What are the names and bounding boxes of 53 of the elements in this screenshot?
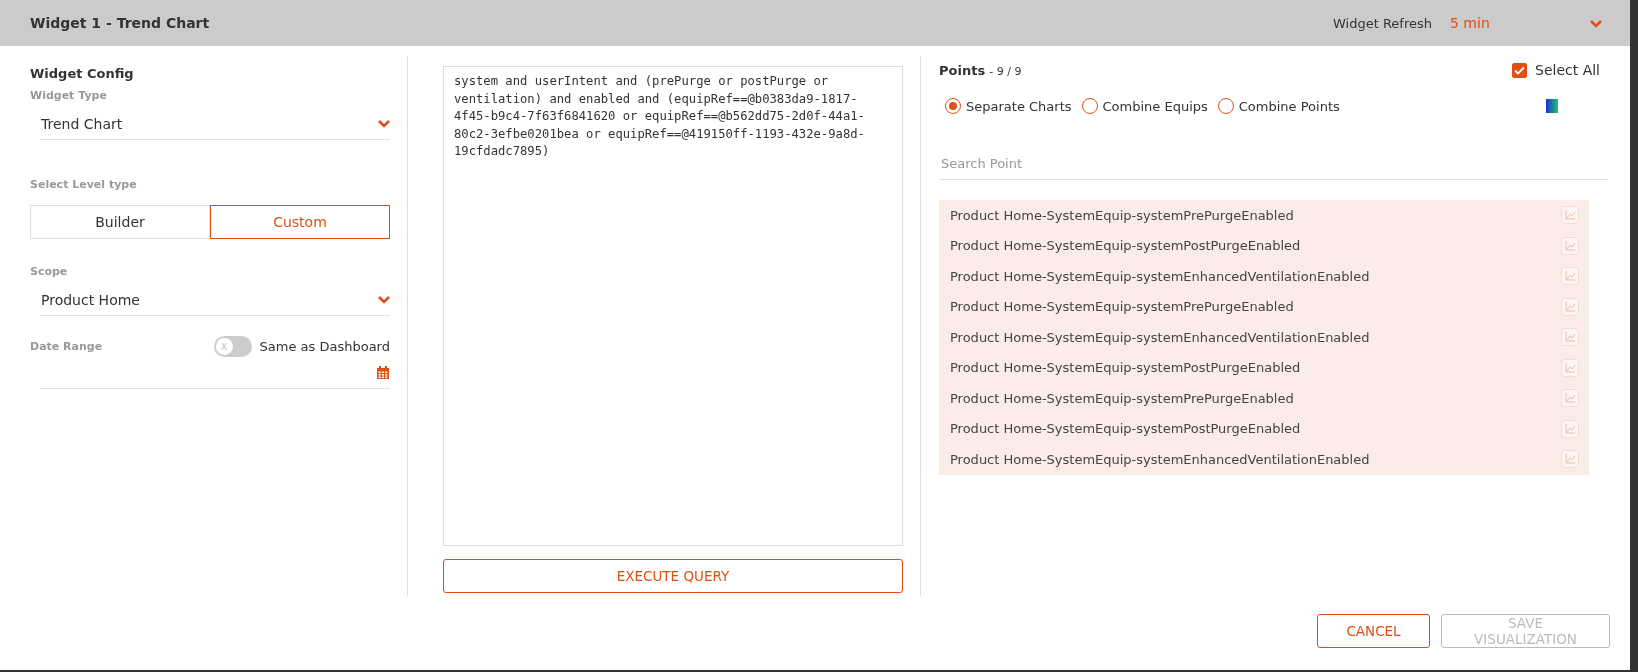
line-chart-icon[interactable] — [1561, 236, 1579, 255]
widget-type-select[interactable]: Trend Chart — [40, 108, 390, 140]
line-chart-icon[interactable] — [1561, 206, 1579, 225]
line-chart-icon[interactable] — [1561, 267, 1579, 286]
point-label: Product Home-SystemEquip-systemPostPurgeEnabled — [950, 421, 1301, 437]
chart-mode-radio[interactable]: Separate Charts — [945, 98, 1072, 114]
execute-query-button[interactable]: EXECUTE QUERY — [443, 559, 903, 593]
cancel-button[interactable]: CANCEL — [1317, 614, 1430, 648]
select-all-checkbox[interactable] — [1512, 62, 1527, 78]
point-row[interactable]: Product Home-SystemEquip-systemEnhancedVentilationEnabled — [939, 444, 1589, 475]
field-label: Select Level type — [30, 178, 138, 191]
section-title: Widget Config — [30, 66, 135, 81]
scope-select[interactable]: Product Home — [40, 284, 390, 316]
point-label: Product Home-SystemEquip-systemEnhancedVentilationEnabled — [950, 329, 1370, 345]
point-row[interactable]: Product Home-SystemEquip-systemPostPurgeEnabled — [939, 413, 1589, 444]
points-title: Points - 9 / 9 — [939, 62, 1022, 78]
chart-mode-radio[interactable]: Combine Equips — [1081, 98, 1208, 114]
select-all-label: Select All — [1535, 62, 1600, 78]
toggle-label: Same as Dashboard — [259, 339, 390, 354]
line-chart-icon[interactable] — [1561, 389, 1579, 408]
point-label: Product Home-SystemEquip-systemPrePurgeEnabled — [950, 207, 1294, 223]
point-row[interactable]: Product Home-SystemEquip-systemPostPurgeEnabled — [939, 230, 1589, 261]
field-label: Date Range — [30, 340, 103, 353]
point-row[interactable]: Product Home-SystemEquip-systemEnhancedVentilationEnabled — [939, 322, 1589, 353]
point-label: Product Home-SystemEquip-systemPostPurgeEnabled — [950, 238, 1301, 254]
point-row[interactable]: Product Home-SystemEquip-systemPrePurgeEnabled — [939, 291, 1589, 322]
point-row[interactable]: Product Home-SystemEquip-systemPrePurgeEnabled — [939, 200, 1589, 231]
chevron-down-icon[interactable] — [378, 119, 390, 128]
chart-mode-radio[interactable]: Combine Points — [1217, 98, 1340, 114]
point-label: Product Home-SystemEquip-systemEnhancedVentilationEnabled — [950, 268, 1370, 284]
line-chart-icon[interactable] — [1561, 419, 1579, 438]
point-row[interactable]: Product Home-SystemEquip-systemPrePurgeEnabled — [939, 383, 1589, 414]
calendar-icon[interactable] — [376, 365, 390, 380]
line-chart-icon[interactable] — [1561, 358, 1579, 377]
field-label: Scope — [30, 265, 69, 278]
field-label: Widget Type — [30, 89, 108, 102]
level-type-button[interactable]: Builder — [30, 205, 210, 239]
point-label: Product Home-SystemEquip-systemPrePurgeEnabled — [950, 390, 1294, 406]
point-row[interactable]: Product Home-SystemEquip-systemEnhancedVentilationEnabled — [939, 261, 1589, 292]
point-label: Product Home-SystemEquip-systemPostPurgeEnabled — [950, 360, 1301, 376]
point-row[interactable]: Product Home-SystemEquip-systemPostPurgeEnabled — [939, 352, 1589, 383]
window-title: Widget 1 - Trend Chart — [30, 15, 211, 31]
chevron-down-icon[interactable] — [1590, 18, 1602, 28]
line-chart-icon[interactable] — [1561, 450, 1579, 469]
point-label: Product Home-SystemEquip-systemEnhancedVentilationEnabled — [950, 451, 1370, 467]
point-label: Product Home-SystemEquip-systemPrePurgeEnabled — [950, 299, 1294, 315]
refresh-label: Widget Refresh — [1333, 15, 1432, 31]
level-type-button[interactable]: Custom — [210, 205, 390, 239]
query-field[interactable]: system and userIntent and (prePurge or postPurge or ventilation) and enabled and (equipRef==@b0383da9-1817-4f45-b9c4-7f63f6841620 or equipRef==@b562dd75-2d0f-44a1-80c2-3efbe0201bea or equipRef==@419150ff-1193-432e-9a8d-19cfdadc7895) — [443, 66, 903, 546]
line-chart-icon[interactable] — [1561, 297, 1579, 316]
gradient-swatch-icon[interactable] — [1545, 99, 1558, 113]
chevron-down-icon[interactable] — [378, 295, 390, 304]
line-chart-icon[interactable] — [1561, 328, 1579, 347]
